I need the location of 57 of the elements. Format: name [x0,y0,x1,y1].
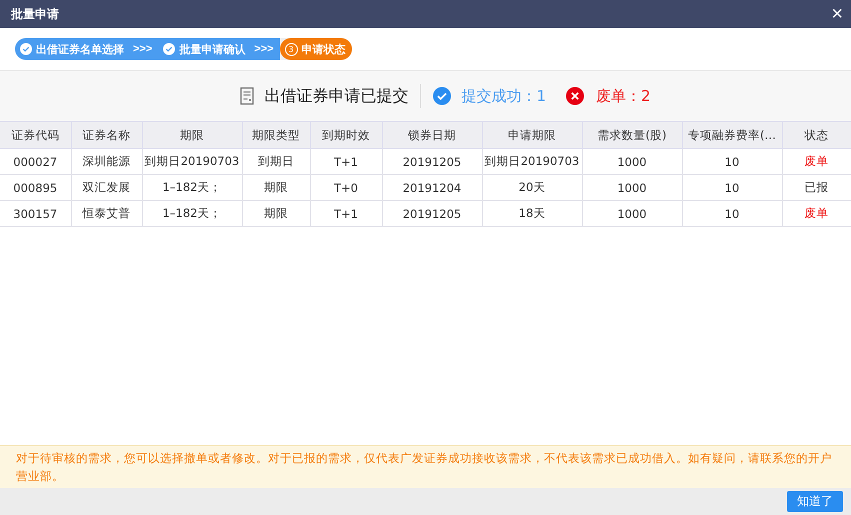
table-cell: 期限 [242,200,310,226]
check-icon [163,43,176,55]
check-icon [20,43,32,55]
column-header: 期限 [142,122,242,148]
table-cell: 20天 [482,174,582,200]
close-button[interactable]: × [829,4,845,24]
table-cell: 300157 [0,200,71,226]
column-header: 证券名称 [71,122,142,148]
table-cell: 18天 [482,200,582,226]
table-cell: 1–182天； [142,174,242,200]
column-header: 状态 [782,122,851,148]
table-cell: 20191204 [382,174,482,200]
step: 批量申请确认 [158,38,252,60]
failed-count: 废单：2 [596,86,651,106]
table-cell: T+0 [310,174,382,200]
column-header: 申请期限 [482,122,582,148]
table-cell: 000895 [0,174,71,200]
table-cell: 1000 [582,200,682,226]
table-cell: T+1 [310,200,382,226]
table-cell: 期限 [242,174,310,200]
table-cell: T+1 [310,148,382,174]
summary-title: 出借证券申请已提交 [264,86,408,106]
success-icon [433,87,452,105]
table-cell: 到期日 [242,148,310,174]
step-separator: >>> [254,42,274,56]
column-header: 证券代码 [0,122,71,148]
step-separator: >>> [133,42,152,56]
table-cell: 恒泰艾普 [71,200,142,226]
notice-text: 对于待审核的需求，您可以选择撤单或者修改。对于已报的需求，仅代表广发证券成功接收该需求，不代表该需求已成功借入。如有疑问，请联系您的开户营业部。 [0,445,851,488]
column-header: 到期时效 [310,122,382,148]
table-cell: 1000 [582,148,682,174]
table-cell: 20191205 [382,200,482,226]
document-icon [240,87,254,105]
column-header: 需求数量(股) [582,122,682,148]
column-header: 期限类型 [242,122,310,148]
success-count: 提交成功：1 [461,86,546,106]
status-cell: 已报 [782,174,851,200]
step: 出借证券名单选择 [15,38,130,60]
window-title: 批量申请 [11,6,59,22]
table-cell: 1–182天； [142,200,242,226]
step: 3 申请状态 [280,38,352,60]
table-cell: 1000 [582,174,682,200]
table-cell: 10 [682,148,782,174]
table-cell: 10 [682,174,782,200]
table-cell: 10 [682,200,782,226]
table-cell: 000027 [0,148,71,174]
error-icon [566,87,584,105]
status-cell: 废单 [782,200,851,226]
table-cell: 20191205 [382,148,482,174]
table-cell: 到期日20190703 [142,148,242,174]
table-cell: 双汇发展 [71,174,142,200]
table-cell: 到期日20190703 [482,148,582,174]
step-number: 3 [284,42,298,56]
table-cell: 深圳能源 [71,148,142,174]
status-cell: 废单 [782,148,851,174]
column-header: 专项融券费率(… [682,122,782,148]
column-header: 锁券日期 [382,122,482,148]
